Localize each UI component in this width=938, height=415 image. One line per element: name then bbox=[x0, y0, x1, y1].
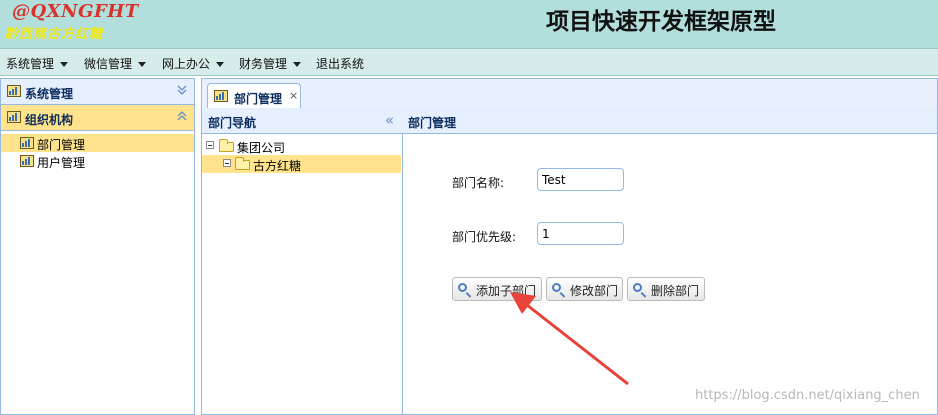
chevron-down-icon bbox=[138, 62, 147, 67]
collapse-icon[interactable] bbox=[176, 110, 188, 125]
menu-office-label: 网上办公 bbox=[162, 57, 211, 71]
button-label: 删除部门 bbox=[651, 284, 700, 298]
search-icon bbox=[633, 283, 642, 292]
chevron-down-icon bbox=[216, 62, 225, 67]
menu-system-label: 系统管理 bbox=[6, 57, 55, 71]
menu-wechat-label: 微信管理 bbox=[84, 57, 133, 71]
dept-nav-header: 部门导航 « bbox=[202, 108, 402, 134]
sidebar-item-label: 用户管理 bbox=[37, 156, 86, 170]
watermark: https://blog.csdn.net/qixiang_chen bbox=[695, 388, 920, 403]
app-header: @QXNGFHT 黔西南古方红糖 项目快速开发框架原型 bbox=[0, 0, 938, 48]
menu-system[interactable]: 系统管理 bbox=[6, 55, 69, 72]
delete-dept-button[interactable]: 删除部门 bbox=[627, 277, 705, 301]
tab-dept-management[interactable]: 部门管理 × bbox=[207, 83, 301, 109]
tree-node-brand[interactable]: 古方红糖 bbox=[202, 155, 401, 173]
folder-icon bbox=[235, 157, 250, 170]
tree-node-label: 古方红糖 bbox=[253, 159, 302, 173]
folder-icon bbox=[219, 139, 234, 152]
accordion-title: 组织机构 bbox=[25, 113, 74, 127]
tab-label: 部门管理 bbox=[234, 92, 283, 106]
dept-name-label: 部门名称: bbox=[452, 176, 505, 190]
accordion-header-system[interactable]: 系统管理 bbox=[1, 79, 194, 105]
tree-node-group[interactable]: 集团公司 bbox=[202, 137, 402, 155]
module-icon bbox=[7, 85, 21, 97]
tab-strip: 部门管理 × bbox=[202, 79, 937, 109]
button-label: 添加子部门 bbox=[476, 284, 537, 298]
dept-name-input[interactable] bbox=[537, 168, 624, 191]
panel-title: 部门导航 bbox=[208, 116, 257, 130]
panel-title: 部门管理 bbox=[408, 116, 457, 130]
menu-finance-label: 财务管理 bbox=[239, 57, 288, 71]
dept-detail-header: 部门管理 bbox=[402, 108, 937, 134]
accordion-header-org[interactable]: 组织机构 bbox=[1, 105, 194, 131]
search-icon bbox=[552, 283, 561, 292]
dept-priority-input[interactable] bbox=[537, 222, 624, 245]
dept-nav-panel: 部门导航 « 集团公司 古方红糖 bbox=[202, 108, 403, 414]
menu-logout[interactable]: 退出系统 bbox=[316, 55, 364, 72]
tree-collapse-icon[interactable] bbox=[223, 159, 231, 167]
menu-finance[interactable]: 财务管理 bbox=[239, 55, 302, 72]
close-icon[interactable]: × bbox=[289, 89, 298, 102]
edit-dept-button[interactable]: 修改部门 bbox=[546, 277, 623, 301]
tabs-container: 部门管理 × 部门导航 « 集团公司 古方红糖 部门管理 部门名称: 部门优先级… bbox=[201, 78, 938, 415]
module-icon bbox=[7, 111, 21, 123]
module-icon bbox=[20, 155, 34, 167]
sidebar-item-user[interactable]: 用户管理 bbox=[1, 152, 194, 170]
module-icon bbox=[214, 90, 228, 102]
menu-office[interactable]: 网上办公 bbox=[162, 55, 225, 72]
search-icon bbox=[458, 283, 467, 292]
collapse-left-icon[interactable]: « bbox=[385, 111, 394, 129]
sidebar-item-label: 部门管理 bbox=[37, 138, 86, 152]
logo-text: @QXNGFHT bbox=[12, 1, 139, 22]
menu-wechat[interactable]: 微信管理 bbox=[84, 55, 147, 72]
app-title: 项目快速开发框架原型 bbox=[546, 9, 776, 35]
tree-node-label: 集团公司 bbox=[237, 141, 286, 155]
main-menubar: 系统管理 微信管理 网上办公 财务管理 退出系统 bbox=[0, 48, 938, 76]
chevron-down-icon bbox=[60, 62, 69, 67]
module-icon bbox=[20, 137, 34, 149]
sidebar-item-dept[interactable]: 部门管理 bbox=[1, 134, 194, 152]
button-label: 修改部门 bbox=[570, 284, 619, 298]
chevron-down-icon bbox=[293, 62, 302, 67]
accordion-title: 系统管理 bbox=[25, 87, 74, 101]
tree-collapse-icon[interactable] bbox=[206, 141, 214, 149]
dept-priority-label: 部门优先级: bbox=[452, 230, 517, 244]
add-subdept-button[interactable]: 添加子部门 bbox=[452, 277, 542, 301]
logo-subtitle: 黔西南古方红糖 bbox=[5, 27, 104, 42]
expand-icon[interactable] bbox=[176, 84, 188, 99]
menu-logout-label: 退出系统 bbox=[316, 57, 365, 71]
sidebar-accordion: 系统管理 组织机构 部门管理 用户管理 bbox=[0, 78, 195, 415]
